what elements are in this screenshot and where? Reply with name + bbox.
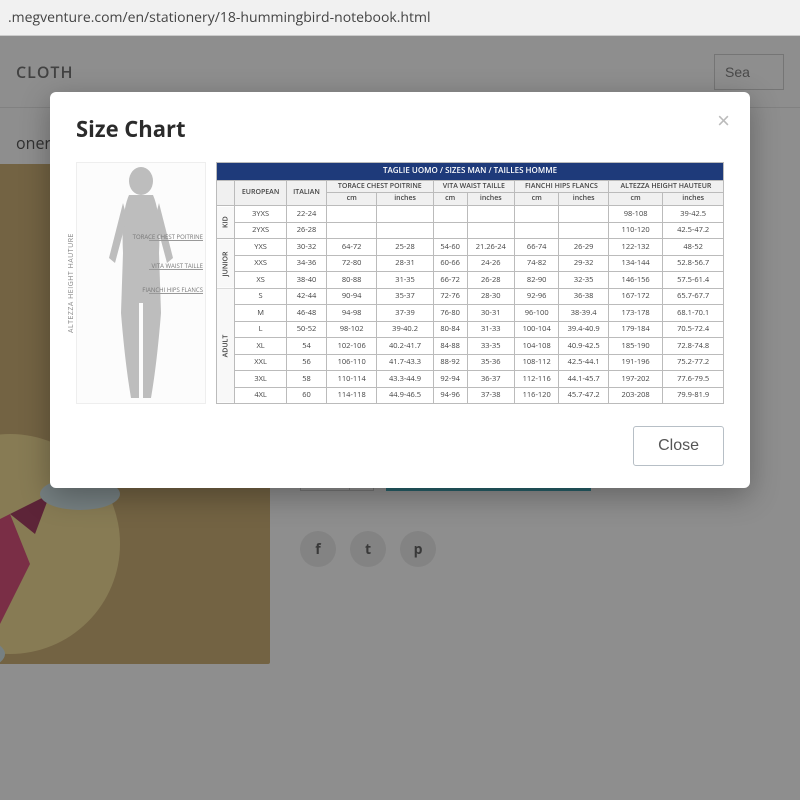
table-row: JUNIORYXS30-3264-7225-2854-6021.26-2466-… <box>217 239 724 255</box>
browser-url-bar[interactable]: .megventure.com/en/stationery/18-humming… <box>0 0 800 36</box>
col-hips: FIANCHI HIPS FLANCS <box>514 180 608 193</box>
table-row: XXL56106-11041.7-43.388-9235-36108-11242… <box>217 354 724 370</box>
silhouette-height-label: ALTEZZA HEIGHT HAUTURE <box>67 233 76 333</box>
sil-chest-label: TORACE CHEST POITRINE <box>133 234 203 240</box>
size-chart-modal: Size Chart × ALTEZZA HEIGHT HAUTURE TORA… <box>50 92 750 488</box>
size-chart-table: TAGLIE UOMO / SIZES MAN / TAILLES HOMME … <box>216 162 724 404</box>
body-silhouette: ALTEZZA HEIGHT HAUTURE TORACE CHEST POIT… <box>76 162 206 404</box>
group-adult: ADULT <box>217 288 235 403</box>
table-row: 4XL60114-11844.9-46.594-9637-38116-12045… <box>217 387 724 404</box>
table-row: XL54102-10640.2-41.784-8833-35104-10840.… <box>217 338 724 354</box>
table-row: M46-4894-9837-3976-8030-3196-10038-39.41… <box>217 305 724 321</box>
chart-header: TAGLIE UOMO / SIZES MAN / TAILLES HOMME <box>217 163 724 181</box>
table-row: 2YXS26-28110-12042.5-47.2 <box>217 222 724 238</box>
table-row: XS38-4080-8831-3566-7226-2882-9032-35146… <box>217 272 724 288</box>
modal-title: Size Chart <box>76 114 724 144</box>
group-junior: JUNIOR <box>217 239 235 288</box>
group-kid: KID <box>217 206 235 239</box>
table-row: KID3YXS22-2498-10839-42.5 <box>217 206 724 222</box>
col-european: EUROPEAN <box>235 180 287 205</box>
close-icon[interactable]: × <box>717 108 730 134</box>
table-row: XXS34-3672-8028-3160-6624-2674-8229-3213… <box>217 255 724 271</box>
sil-waist-label: VITA WAIST TAILLE <box>152 263 203 269</box>
url-text: .megventure.com/en/stationery/18-humming… <box>8 8 792 27</box>
table-row: 3XL58110-11443.3-44.992-9436-37112-11644… <box>217 371 724 387</box>
sil-hips-label: FIANCHI HIPS FLANCS <box>142 287 203 293</box>
col-height: ALTEZZA HEIGHT HAUTEUR <box>608 180 723 193</box>
size-chart-content: ALTEZZA HEIGHT HAUTURE TORACE CHEST POIT… <box>76 162 724 404</box>
table-row: L50-5298-10239-40.280-8431-33100-10439.4… <box>217 321 724 337</box>
close-button[interactable]: Close <box>633 426 724 466</box>
table-row: ADULTS42-4490-9435-3772-7628-3092-9636-3… <box>217 288 724 304</box>
col-italian: ITALIAN <box>287 180 327 205</box>
col-chest: TORACE CHEST POITRINE <box>326 180 433 193</box>
col-waist: VITA WAIST TAILLE <box>433 180 514 193</box>
modal-overlay[interactable]: Size Chart × ALTEZZA HEIGHT HAUTURE TORA… <box>0 36 800 800</box>
